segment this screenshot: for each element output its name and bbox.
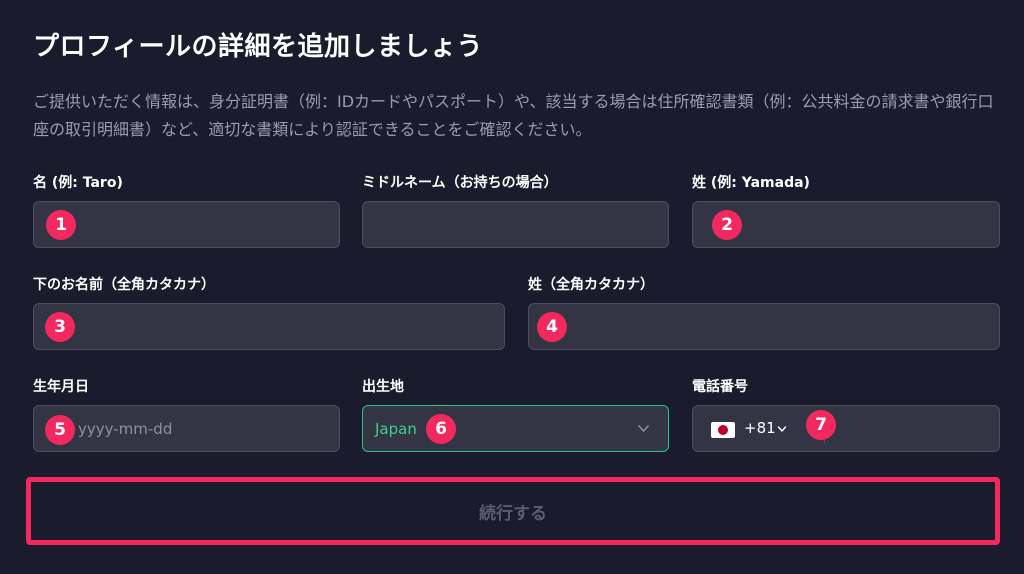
phone-label: 電話番号 (692, 379, 748, 395)
country-code[interactable]: +81 (744, 419, 776, 437)
step-marker-5: 5 (45, 415, 75, 445)
first-name-kana-input[interactable] (34, 304, 504, 349)
last-name-label: 姓 (例: Yamada) (692, 175, 810, 191)
country-chevron-down-icon[interactable] (777, 424, 787, 434)
page-title: プロフィールの詳細を追加しましょう (33, 32, 483, 62)
birth-date-label: 生年月日 (33, 379, 89, 395)
birth-place-selected-value: Japan (375, 420, 417, 438)
last-name-kana-label: 姓（全角カタカナ） (528, 277, 654, 293)
step-marker-6: 6 (426, 414, 456, 444)
first-name-input[interactable] (34, 202, 339, 247)
first-name-field[interactable]: 1 (33, 201, 340, 248)
first-name-kana-field[interactable]: 3 (33, 303, 505, 350)
last-name-field[interactable]: 2 (692, 201, 1000, 248)
birth-date-field[interactable]: 5 (33, 405, 340, 452)
middle-name-field[interactable] (362, 201, 669, 248)
phone-number-input[interactable] (827, 406, 999, 451)
middle-name-label: ミドルネーム（お持ちの場合） (362, 175, 558, 191)
chevron-down-icon (638, 425, 649, 432)
birth-date-input[interactable] (34, 406, 339, 451)
phone-field[interactable]: +81 7 (692, 405, 1000, 452)
first-name-label: 名 (例: Taro) (33, 175, 123, 191)
step-marker-4: 4 (537, 312, 567, 342)
last-name-kana-field[interactable]: 4 (528, 303, 1000, 350)
last-name-kana-input[interactable] (529, 304, 999, 349)
continue-button[interactable]: 続行する (33, 484, 993, 538)
middle-name-input[interactable] (363, 202, 668, 247)
birth-place-label: 出生地 (362, 379, 404, 395)
page-description: ご提供いただく情報は、身分証明書（例：IDカードやパスポート）や、該当する場合は… (33, 92, 994, 139)
step-marker-7: 7 (806, 410, 836, 440)
birth-place-select[interactable]: Japan 6 (362, 405, 669, 452)
step-marker-3: 3 (45, 312, 75, 342)
first-name-kana-label: 下のお名前（全角カタカナ） (33, 277, 215, 293)
step-marker-1: 1 (46, 210, 76, 240)
japan-flag-icon[interactable] (711, 422, 735, 438)
step-marker-2: 2 (712, 210, 742, 240)
